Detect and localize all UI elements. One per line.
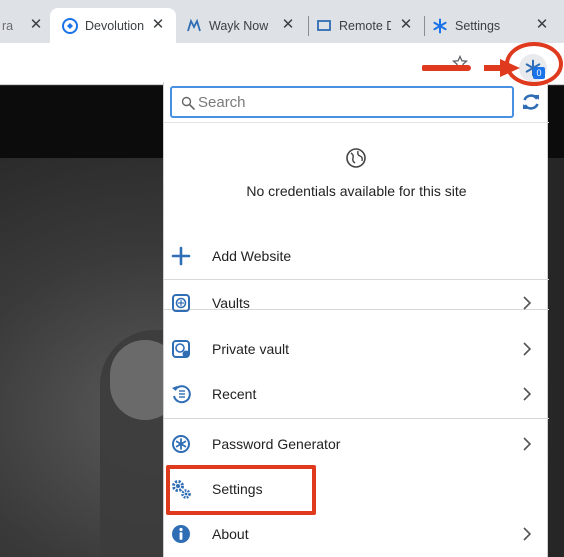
divider	[164, 279, 549, 280]
menu-label: Password Generator	[212, 436, 341, 452]
menu-item-vaults[interactable]: Vaults	[164, 281, 549, 326]
globe-icon	[346, 148, 366, 168]
tab-remote-desktop[interactable]: Remote D ✕	[316, 8, 422, 43]
search-input[interactable]	[198, 93, 512, 111]
devolutions-logo-icon	[62, 17, 78, 34]
close-icon[interactable]: ✕	[398, 17, 414, 33]
remote-desktop-icon	[316, 18, 332, 34]
menu-label: Recent	[212, 386, 257, 402]
tab-separator	[308, 16, 309, 36]
refresh-icon[interactable]	[520, 91, 542, 113]
tab-title: Settings	[455, 18, 501, 33]
chevron-right-icon	[523, 527, 532, 541]
settings-highlight-box	[166, 465, 316, 515]
private-vault-icon	[170, 338, 192, 360]
chevron-right-icon	[523, 342, 532, 356]
tab-settings[interactable]: Settings ✕	[432, 8, 552, 43]
info-icon	[170, 523, 192, 545]
history-icon	[170, 383, 192, 405]
close-icon[interactable]: ✕	[534, 17, 550, 33]
tab-title: Remote D	[339, 18, 391, 33]
empty-credentials-message: No credentials available for this site	[246, 183, 467, 199]
close-icon[interactable]: ✕	[280, 17, 296, 33]
menu-label: Vaults	[212, 295, 250, 311]
tab-strip: ra ✕ Devolution ✕ Wayk Now ✕ Remote D ✕ …	[0, 0, 564, 43]
menu-item-recent[interactable]: Recent	[164, 372, 549, 417]
tab-title: Wayk Now	[209, 18, 269, 33]
snowflake-icon	[432, 18, 448, 34]
tab-wayk-now[interactable]: Wayk Now ✕	[186, 8, 304, 43]
close-icon[interactable]: ✕	[150, 17, 166, 33]
menu-item-about[interactable]: About	[164, 512, 549, 557]
menu-label: Private vault	[212, 341, 290, 357]
chevron-right-icon	[523, 387, 532, 401]
arrow-right-icon	[422, 59, 520, 77]
menu-item-private-vault[interactable]: Private vault	[164, 327, 549, 372]
tab-devolutions[interactable]: Devolution ✕	[50, 8, 176, 43]
menu-label: Add Website	[212, 248, 292, 264]
tab-title: Devolution	[85, 18, 145, 33]
tab-title: ra	[2, 18, 14, 33]
plus-icon	[170, 245, 192, 267]
close-icon[interactable]: ✕	[28, 17, 44, 33]
password-generator-icon	[170, 433, 192, 455]
tab-partial[interactable]: ra ✕	[0, 8, 52, 43]
search-row	[164, 82, 549, 122]
wayk-icon	[186, 18, 202, 34]
menu-item-add-website[interactable]: Add Website	[164, 234, 549, 279]
menu-label: About	[212, 526, 249, 542]
chevron-right-icon	[523, 296, 532, 310]
divider	[164, 418, 549, 419]
search-icon	[181, 96, 195, 110]
chevron-right-icon	[523, 437, 532, 451]
search-field[interactable]	[170, 86, 514, 118]
vault-icon	[170, 292, 192, 314]
tab-separator	[424, 16, 425, 36]
menu-item-password-generator[interactable]: Password Generator	[164, 422, 549, 467]
